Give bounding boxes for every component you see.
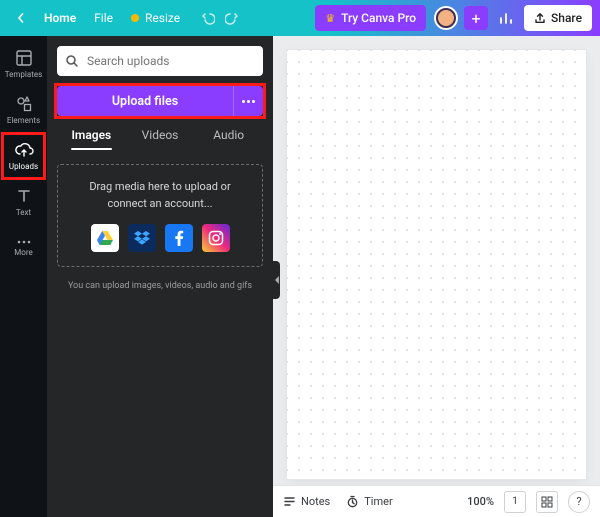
uploads-tabs: Images Videos Audio	[57, 128, 263, 150]
rail-label-templates: Templates	[5, 70, 42, 79]
body: Templates Elements Uploads Text More	[0, 36, 600, 517]
upload-files-button[interactable]: Upload files	[57, 86, 233, 116]
upload-more-button[interactable]	[233, 86, 263, 116]
dropbox-icon	[134, 231, 150, 245]
undo-button[interactable]	[196, 6, 220, 30]
tab-images[interactable]: Images	[57, 128, 126, 150]
dropzone-text: Drag media here to upload or connect an …	[66, 179, 254, 212]
upload-dropzone[interactable]: Drag media here to upload or connect an …	[57, 164, 263, 267]
dot-icon	[247, 100, 250, 103]
dot-icon	[252, 100, 255, 103]
chevron-left-icon	[16, 13, 26, 23]
undo-icon	[201, 11, 215, 25]
grid-view-button[interactable]	[536, 491, 558, 513]
search-icon	[65, 54, 79, 68]
connect-facebook[interactable]	[165, 224, 193, 252]
file-label: File	[94, 11, 113, 25]
notes-icon	[283, 495, 296, 508]
crown-dot-icon	[131, 14, 139, 22]
rail-label-more: More	[14, 248, 32, 257]
timer-icon	[346, 495, 359, 508]
page-manager-button[interactable]: 1	[504, 491, 526, 513]
avatar-image	[436, 8, 456, 28]
canvas-area: Notes Timer 100% 1 ?	[273, 36, 600, 517]
rail-label-elements: Elements	[7, 116, 40, 125]
share-label: Share	[551, 11, 582, 25]
dot-icon	[242, 100, 245, 103]
more-icon	[15, 239, 33, 245]
canvas-viewport[interactable]	[273, 36, 600, 485]
zoom-level[interactable]: 100%	[467, 495, 494, 508]
google-drive-icon	[97, 231, 113, 245]
help-icon: ?	[576, 495, 581, 508]
tab-images-label: Images	[71, 128, 111, 142]
bar-chart-icon	[498, 10, 514, 26]
try-pro-label: Try Canva Pro	[341, 11, 416, 25]
notes-label: Notes	[301, 495, 330, 508]
redo-icon	[225, 11, 239, 25]
help-button[interactable]: ?	[568, 491, 590, 513]
share-button[interactable]: Share	[524, 5, 592, 31]
tab-audio-label: Audio	[213, 128, 244, 142]
connect-dropbox[interactable]	[128, 224, 156, 252]
connect-instagram[interactable]	[202, 224, 230, 252]
plus-icon: +	[471, 9, 480, 28]
cloud-upload-icon	[14, 141, 34, 159]
design-page[interactable]	[287, 50, 586, 479]
home-button[interactable]: Home	[36, 5, 84, 31]
avatar[interactable]	[434, 6, 458, 30]
rail-item-text[interactable]: Text	[3, 180, 44, 224]
redo-button[interactable]	[220, 6, 244, 30]
page-count: 1	[512, 496, 518, 507]
upload-files-row: Upload files	[57, 86, 263, 116]
search-input[interactable]	[87, 54, 255, 68]
rail-item-more[interactable]: More	[3, 226, 44, 270]
timer-button[interactable]: Timer	[346, 495, 392, 508]
upload-hint: You can upload images, videos, audio and…	[57, 281, 263, 291]
templates-icon	[15, 49, 33, 67]
rail-label-uploads: Uploads	[9, 162, 38, 171]
panel-collapse-handle[interactable]	[273, 261, 280, 299]
connect-google-drive[interactable]	[91, 224, 119, 252]
tab-audio[interactable]: Audio	[194, 128, 263, 150]
resize-button[interactable]: Resize	[123, 5, 188, 31]
elements-icon	[15, 95, 33, 113]
facebook-icon	[174, 230, 184, 246]
bottom-bar: Notes Timer 100% 1 ?	[273, 485, 600, 517]
uploads-panel: Upload files Images Videos Audio Drag me…	[47, 36, 273, 517]
add-button[interactable]: +	[464, 6, 488, 30]
upload-files-label: Upload files	[112, 94, 178, 109]
crown-icon: ♛	[325, 12, 335, 25]
rail-item-uploads[interactable]: Uploads	[3, 134, 44, 178]
connect-accounts	[66, 224, 254, 252]
home-label: Home	[44, 11, 76, 25]
top-bar: Home File Resize ♛ Try Canva Pro + Share	[0, 0, 600, 36]
try-pro-button[interactable]: ♛ Try Canva Pro	[315, 5, 426, 31]
text-icon	[15, 187, 33, 205]
side-rail: Templates Elements Uploads Text More	[0, 36, 47, 517]
file-menu[interactable]: File	[86, 5, 121, 31]
rail-item-templates[interactable]: Templates	[3, 42, 44, 86]
dropzone-line1: Drag media here to upload or	[66, 179, 254, 196]
timer-label: Timer	[364, 495, 392, 508]
app-root: Home File Resize ♛ Try Canva Pro + Share	[0, 0, 600, 517]
tab-videos-label: Videos	[142, 128, 179, 142]
dropzone-line2: connect an account...	[66, 196, 254, 213]
instagram-icon	[208, 230, 224, 246]
search-uploads[interactable]	[57, 46, 263, 76]
rail-label-text: Text	[16, 208, 31, 217]
rail-item-elements[interactable]: Elements	[3, 88, 44, 132]
back-button[interactable]	[8, 5, 34, 31]
upload-arrow-icon	[534, 12, 546, 24]
tab-videos[interactable]: Videos	[126, 128, 195, 150]
notes-button[interactable]: Notes	[283, 495, 330, 508]
resize-label: Resize	[145, 11, 180, 25]
grid-icon	[541, 496, 553, 508]
insights-button[interactable]	[494, 6, 518, 30]
